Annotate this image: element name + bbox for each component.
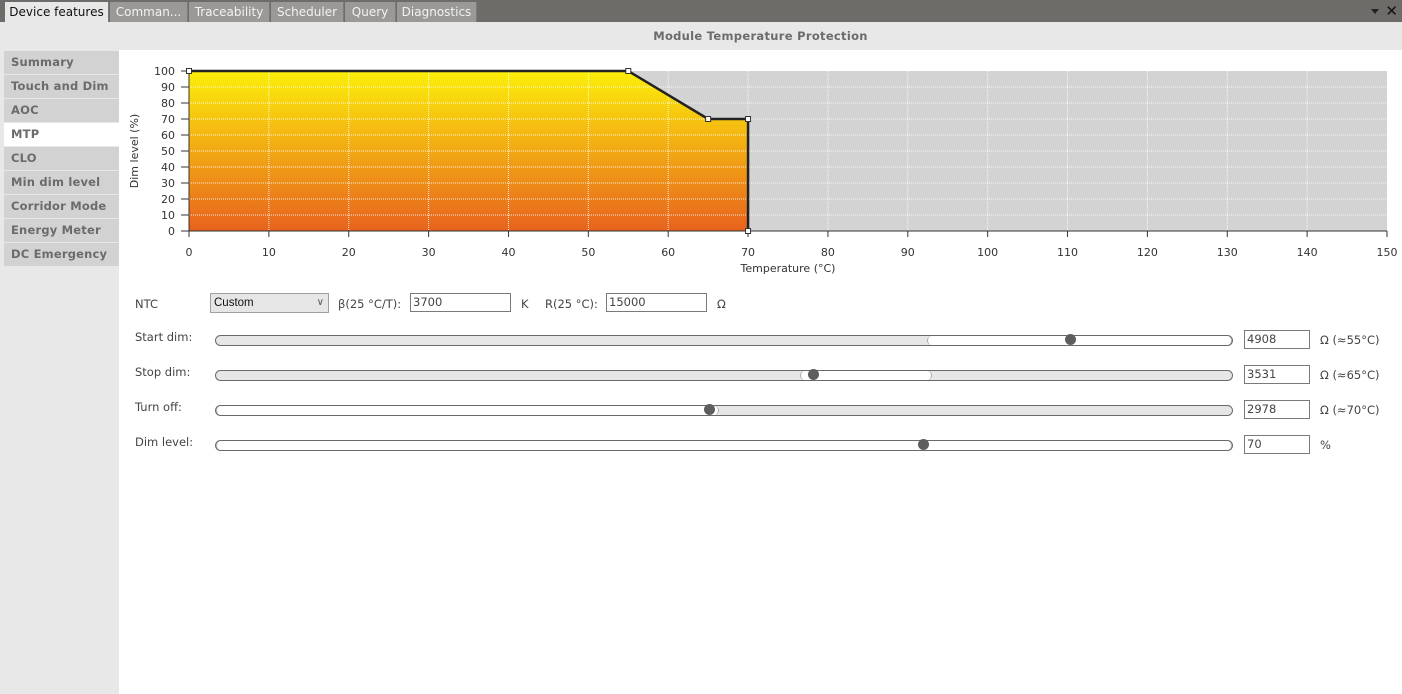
y-tick-label: 20 [161, 193, 175, 206]
mtp-chart[interactable]: 0 10 20 30 40 50 60 70 80 90 100 110 120 130 140 150 0 10… [119, 22, 1402, 284]
y-tick-label: 60 [161, 129, 175, 142]
x-tick-label: 50 [581, 246, 595, 259]
tab-scheduler[interactable]: Scheduler [271, 2, 344, 22]
dim-level-slider[interactable] [215, 439, 1233, 451]
stop-dim-slider[interactable] [215, 369, 1233, 381]
curve-point-handle[interactable] [186, 68, 192, 74]
start-dim-slider-track[interactable] [215, 335, 1233, 346]
x-tick-label: 100 [977, 246, 998, 259]
y-tick-label: 70 [161, 113, 175, 126]
y-tick-label: 30 [161, 177, 175, 190]
y-axis-label: Dim level (%) [128, 114, 141, 188]
x-tick-label: 0 [186, 246, 193, 259]
close-icon[interactable]: ✕ [1385, 3, 1398, 19]
y-tick-label: 10 [161, 209, 175, 222]
tab-controls: ✕ [1371, 2, 1398, 20]
dim-level-slider-thumb[interactable] [917, 439, 929, 450]
main-panel: Module Temperature Protection 0 10 20 30 40 5… [119, 22, 1402, 694]
curve-point-handle[interactable] [745, 116, 752, 122]
start-dim-label: Start dim: [135, 330, 193, 344]
x-tick-label: 10 [262, 246, 276, 259]
x-tick-label: 70 [741, 246, 755, 259]
stop-dim-unit: Ω (≈65°C) [1320, 368, 1380, 382]
x-axis-label: Temperature (°C) [740, 262, 836, 275]
x-tick-label: 150 [1377, 246, 1398, 259]
ntc-type-select[interactable]: Custom ∨ [210, 293, 329, 313]
start-dim-slider-range [927, 336, 1232, 345]
sidebar-item-clo[interactable]: CLO [4, 147, 119, 170]
tab-query[interactable]: Query [345, 2, 396, 22]
tab-traceability[interactable]: Traceability [189, 2, 270, 22]
sidebar-item-aoc[interactable]: AOC [4, 99, 119, 122]
y-tick-label: 50 [161, 145, 175, 158]
stop-dim-slider-thumb[interactable] [807, 369, 819, 380]
x-tick-label: 140 [1297, 246, 1318, 259]
curve-point-handle[interactable] [705, 116, 712, 122]
beta-unit: K [521, 297, 529, 311]
start-dim-unit: Ω (≈55°C) [1320, 333, 1380, 347]
turn-off-unit: Ω (≈70°C) [1320, 403, 1380, 417]
beta-label: β(25 °C/T): [338, 297, 402, 311]
x-tick-label: 60 [661, 246, 675, 259]
sidebar-item-touch-and-dim[interactable]: Touch and Dim [4, 75, 119, 98]
sidebar-item-corridor-mode[interactable]: Corridor Mode [4, 195, 119, 218]
tab-device-features[interactable]: Device features [5, 2, 109, 22]
turn-off-value-input[interactable]: 2978 [1244, 400, 1310, 419]
x-tick-label: 30 [422, 246, 436, 259]
x-tick-label: 20 [342, 246, 356, 259]
y-tick-label: 40 [161, 161, 175, 174]
turn-off-slider-thumb[interactable] [703, 404, 715, 415]
r25-label: R(25 °C): [545, 297, 598, 311]
x-tick-label: 80 [821, 246, 835, 259]
dim-level-unit: % [1320, 438, 1331, 452]
ntc-type-value: Custom [214, 297, 254, 309]
curve-point-handle[interactable] [625, 68, 632, 74]
r25-input[interactable]: 15000 [606, 293, 707, 312]
x-tick-label: 110 [1057, 246, 1078, 259]
sidebar-item-min-dim-level[interactable]: Min dim level [4, 171, 119, 194]
turn-off-slider-range [216, 406, 719, 415]
ntc-label: NTC [135, 297, 158, 311]
turn-off-slider[interactable] [215, 404, 1233, 416]
triangle-down-icon[interactable] [1371, 8, 1380, 14]
sidebar-item-energy-meter[interactable]: Energy Meter [4, 219, 119, 242]
turn-off-label: Turn off: [135, 400, 182, 414]
start-dim-value-input[interactable]: 4908 [1244, 330, 1310, 349]
y-tick-label: 0 [168, 225, 175, 238]
y-tick-label: 80 [161, 97, 175, 110]
stop-dim-slider-track[interactable] [215, 370, 1233, 381]
stop-dim-slider-range [800, 371, 933, 380]
sidebar: Summary Touch and Dim AOC MTP CLO Min di… [0, 22, 119, 694]
x-tick-label: 130 [1217, 246, 1238, 259]
r25-unit: Ω [717, 297, 726, 311]
dim-level-value-input[interactable]: 70 [1244, 435, 1310, 454]
stop-dim-value-input[interactable]: 3531 [1244, 365, 1310, 384]
curve-fill-area [189, 71, 749, 231]
curve-point-handle[interactable] [745, 228, 752, 234]
dim-level-slider-track[interactable] [215, 440, 1233, 451]
turn-off-slider-track[interactable] [215, 405, 1233, 416]
dim-level-slider-range [216, 441, 1232, 450]
stop-dim-label: Stop dim: [135, 365, 191, 379]
sidebar-item-mtp[interactable]: MTP [4, 123, 119, 146]
x-tick-label: 40 [501, 246, 515, 259]
start-dim-slider[interactable] [215, 334, 1233, 346]
beta-input[interactable]: 3700 [410, 293, 511, 312]
sidebar-item-dc-emergency[interactable]: DC Emergency [4, 243, 119, 266]
tab-diagnostics[interactable]: Diagnostics [397, 2, 477, 22]
tab-bar: Device features Comman... Traceability S… [0, 0, 1402, 22]
x-tick-label: 90 [901, 246, 915, 259]
chevron-down-icon: ∨ [316, 297, 324, 308]
y-tick-label: 100 [154, 65, 175, 78]
y-tick-label: 90 [161, 81, 175, 94]
x-tick-label: 120 [1137, 246, 1158, 259]
tab-commands[interactable]: Comman... [110, 2, 188, 22]
sidebar-item-summary[interactable]: Summary [4, 51, 119, 74]
dim-level-label: Dim level: [135, 435, 194, 449]
